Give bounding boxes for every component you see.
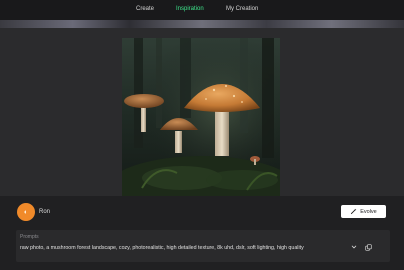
thumbnail-strip[interactable] bbox=[0, 20, 404, 28]
evolve-button[interactable]: Evolve bbox=[341, 205, 386, 218]
top-nav: Create Inspiration My Creation bbox=[0, 0, 404, 20]
tab-my-creation[interactable]: My Creation bbox=[226, 5, 258, 13]
tab-inspiration[interactable]: Inspiration bbox=[176, 5, 204, 13]
mushroom-forest-image bbox=[122, 38, 280, 196]
chevron-down-icon[interactable] bbox=[351, 244, 357, 250]
avatar-icon: ◐ bbox=[23, 208, 29, 216]
evolve-label: Evolve bbox=[360, 208, 377, 215]
prompt-text: raw photo, a mushroom forest landscape, … bbox=[20, 245, 304, 251]
generated-image bbox=[122, 38, 280, 196]
avatar[interactable]: ◐ bbox=[17, 203, 35, 221]
author-name[interactable]: Ron bbox=[39, 208, 50, 216]
tab-create[interactable]: Create bbox=[136, 5, 154, 13]
prompt-title: Prompts bbox=[20, 234, 39, 240]
wand-icon bbox=[351, 208, 357, 215]
copy-icon[interactable] bbox=[365, 244, 372, 251]
